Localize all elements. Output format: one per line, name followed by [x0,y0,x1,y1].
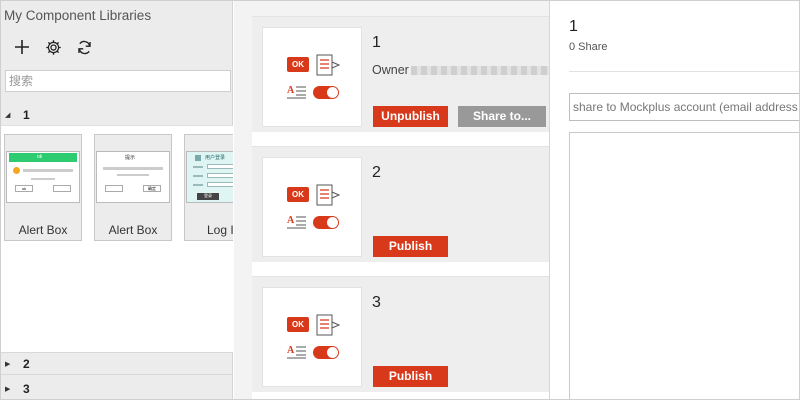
library-owner: Owner [372,63,551,77]
thumb-label-line [193,184,203,186]
share-panel: 1 0 Share [549,1,799,399]
sidebar-toolbar [12,38,94,56]
publish-button[interactable]: Publish [373,366,448,387]
component-card[interactable]: ok ok Alert Box [4,134,82,241]
component-thumbnail: 提示 确定 [96,151,170,203]
library-name: 1 [372,34,381,51]
expanded-arrow-icon: ◢ [5,112,11,119]
collapsed-arrow-icon: ▶ [5,386,11,393]
search-input[interactable] [6,71,230,91]
component-name: Log I [207,223,233,237]
library-card[interactable]: OK A 2 Publish [252,146,549,262]
gear-icon [45,39,61,55]
svg-text:A: A [287,85,295,96]
toggle-switch-icon [313,216,339,229]
library-thumbnail: OK A [262,157,362,257]
document-icon [316,54,340,76]
text-icon: A [287,345,306,359]
toggle-switch-icon [313,86,339,99]
component-card[interactable]: 用户登录 登录 Log I [184,134,233,241]
library-name: 2 [372,164,381,181]
toggle-switch-icon [313,346,339,359]
owner-label: Owner [372,63,409,77]
text-icon: A [287,85,306,99]
thumb-label-line [193,166,203,168]
publish-button[interactable]: Publish [373,236,448,257]
ok-badge-icon: OK [287,187,309,202]
thumb-label-line [193,175,203,177]
library-list-panel: OK A 1 Owner Unpublish Share to... OK A [234,1,551,399]
thumb-field [207,164,233,169]
share-email-box [569,93,799,121]
library-card[interactable]: OK A 3 Publish [252,276,549,392]
shared-accounts-list[interactable] [569,132,799,399]
add-library-button[interactable] [12,38,32,56]
library-thumbnail: OK A [262,287,362,387]
thumb-text-line [117,174,149,176]
component-name: Alert Box [18,223,68,237]
redacted-owner-email [410,66,551,76]
thumb-field [207,173,233,178]
share-count: 0 Share [569,41,608,53]
svg-text:A: A [287,345,295,356]
unpublish-button[interactable]: Unpublish [373,106,448,127]
document-icon [316,184,340,206]
thumb-title: 提示 [125,155,136,161]
share-panel-title: 1 [569,18,578,35]
svg-text:A: A [287,215,295,226]
group-header-3[interactable]: ▶ 3 [1,378,233,399]
thumb-field [207,182,233,187]
group-name: 3 [23,382,30,396]
divider [569,71,799,72]
collapsed-arrow-icon: ▶ [5,360,11,368]
group-header-2[interactable]: ▶ 2 [1,353,233,375]
component-library-sidebar: My Component Libraries 搜索 ◢ 1 ok ok Aler… [1,1,233,399]
thumb-button: 登录 [197,193,219,200]
thumb-button [53,185,71,192]
library-name: 3 [372,294,381,311]
settings-button[interactable] [43,38,63,56]
refresh-button[interactable] [74,38,94,56]
warning-icon [13,167,20,174]
refresh-icon [77,40,91,54]
document-icon [316,314,340,336]
thumb-text-line [31,178,55,180]
component-thumbnail: 用户登录 登录 [186,151,233,203]
component-name: Alert Box [108,223,158,237]
group-1-components: ok ok Alert Box 提示 确定 Alert Box 用户登录 登录 … [1,125,233,353]
library-thumbnail: OK A [262,27,362,127]
thumb-button: 确定 [143,185,161,192]
thumb-text-line [103,167,163,170]
thumb-button: ok [15,185,33,192]
component-card[interactable]: 提示 确定 Alert Box [94,134,172,241]
thumb-header-bar [9,153,77,162]
library-card[interactable]: OK A 1 Owner Unpublish Share to... [252,16,551,132]
ok-badge-icon: OK [287,57,309,72]
group-name: 1 [23,108,30,122]
app-window: My Component Libraries 搜索 ◢ 1 ok ok Aler… [0,0,800,400]
ok-badge-icon: OK [287,317,309,332]
component-thumbnail: ok ok [6,151,80,203]
user-icon [195,155,201,161]
text-icon: A [287,215,306,229]
thumb-text-line [23,169,73,172]
library-list: OK A 1 Owner Unpublish Share to... OK A [252,16,551,399]
group-header-1[interactable]: ◢ 1 [1,104,233,126]
share-email-input[interactable] [570,94,799,120]
group-name: 2 [23,356,30,371]
thumb-title: ok [37,154,43,160]
sidebar-title: My Component Libraries [4,8,152,23]
share-to-button[interactable]: Share to... [458,106,546,127]
plus-icon [15,40,29,54]
thumb-button [105,185,123,192]
thumb-title: 用户登录 [205,155,226,161]
search-box [5,70,231,92]
